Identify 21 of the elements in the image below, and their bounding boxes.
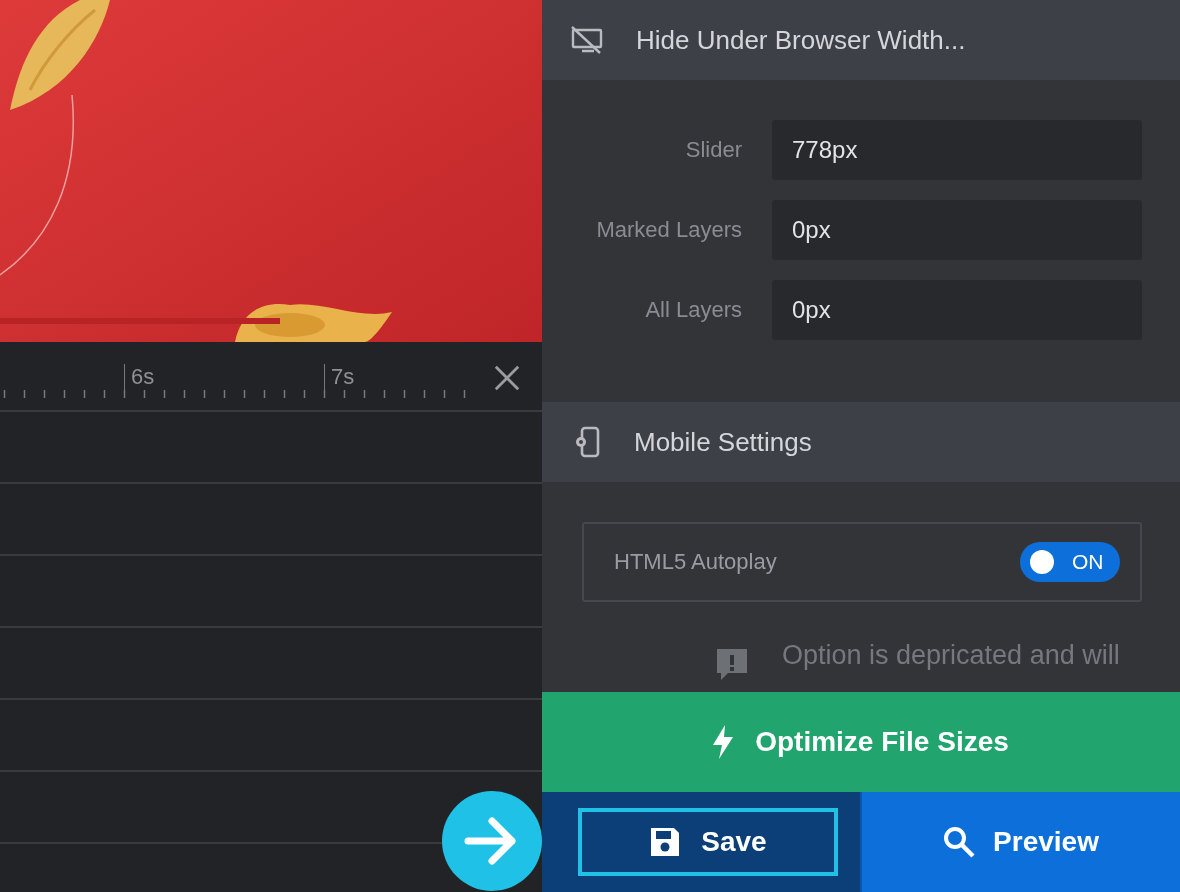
section-header[interactable]: Hide Under Browser Width...	[542, 0, 1180, 80]
alert-message-icon	[714, 646, 750, 682]
preview-button[interactable]: Preview	[860, 792, 1180, 892]
section-header[interactable]: Mobile Settings	[542, 402, 1180, 482]
section-title: Mobile Settings	[634, 426, 812, 458]
field-label: All Layers	[644, 297, 742, 323]
lightning-icon	[713, 725, 734, 759]
phone-gear-icon	[574, 426, 600, 458]
monitor-off-icon	[570, 26, 604, 54]
input-field[interactable]: 778px	[772, 120, 1142, 180]
save-button[interactable]: Save	[578, 808, 838, 876]
input-field[interactable]: 0px	[772, 280, 1142, 340]
search-icon	[943, 826, 976, 858]
toggle-switch[interactable]: ON	[1020, 542, 1120, 582]
section-title: Hide Under Browser Width...	[636, 24, 966, 56]
field-label: Slider	[684, 137, 742, 163]
deprecation-note: Option is depricated and will	[782, 640, 1120, 671]
field-label: Marked Layers	[595, 217, 742, 243]
input-field[interactable]: 0px	[772, 200, 1142, 260]
close-icon[interactable]	[493, 364, 521, 392]
option-label: HTML5 Autoplay	[614, 549, 777, 575]
